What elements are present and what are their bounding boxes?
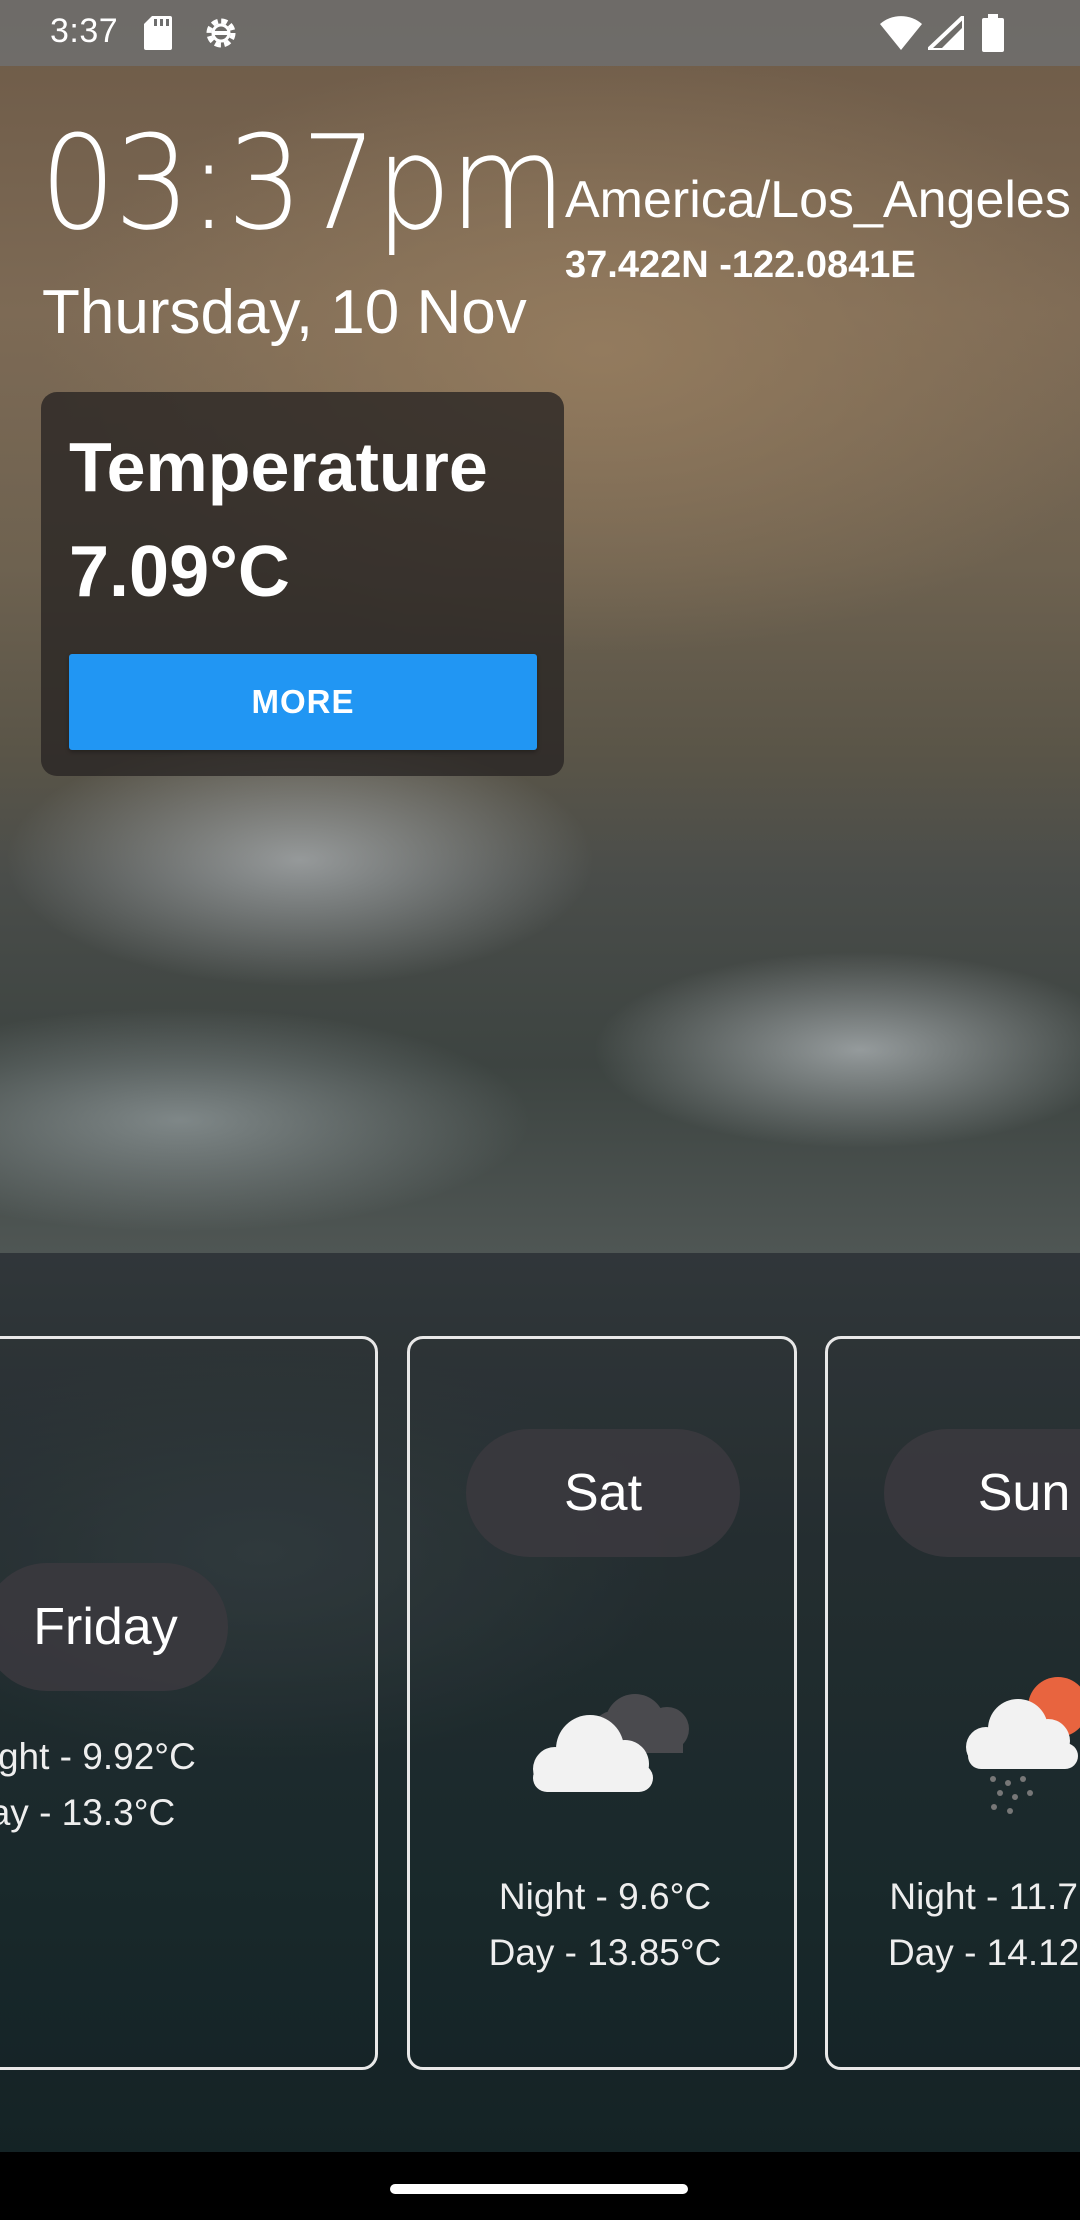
day-temp: Day - 13.3°C <box>0 1792 176 1833</box>
battery-icon <box>982 14 1004 52</box>
forecast-temps: Night - 9.92°C Day - 13.3°C <box>0 1729 196 1841</box>
weather-screen: 3:37 03:37pm Thursday, 10 Nov America/Lo… <box>0 0 1080 2220</box>
clock-date: Thursday, 10 Nov <box>42 278 527 347</box>
sd-card-icon <box>144 16 172 50</box>
day-pill: Friday <box>0 1563 228 1691</box>
status-time: 3:37 <box>50 12 119 50</box>
night-temp: Night - 9.92°C <box>0 1736 196 1777</box>
day-temp: Day - 13.85°C <box>488 1932 722 1973</box>
day-pill: Sat <box>466 1429 740 1557</box>
temperature-value: 7.09°C <box>69 532 290 612</box>
signal-icon <box>928 16 964 50</box>
day-pill: Sun <box>884 1429 1080 1557</box>
forecast-temps: Night - 11.7 Day - 14.12 <box>888 1869 1079 1981</box>
more-button[interactable]: MORE <box>69 654 537 750</box>
day-temp: Day - 14.12 <box>888 1932 1080 1973</box>
settings-icon <box>206 18 236 48</box>
forecast-temps: Night - 9.6°C Day - 13.85°C <box>410 1869 800 1981</box>
timezone-label: America/Los_Angeles <box>565 171 1071 229</box>
night-temp: Night - 9.6°C <box>498 1876 712 1917</box>
forecast-card-sat[interactable]: Sat Night - 9.6°C Day - 13.85°C <box>407 1336 797 2070</box>
forecast-card-sun[interactable]: Sun Night - 11.7 Day - 14.12 <box>825 1336 1080 2070</box>
wifi-icon <box>880 16 922 50</box>
home-indicator[interactable] <box>390 2184 688 2194</box>
temperature-card: Temperature 7.09°C MORE <box>41 392 564 776</box>
night-temp: Night - 11.7 <box>889 1876 1078 1917</box>
coordinates-label: 37.422N -122.0841E <box>565 244 916 286</box>
status-bar: 3:37 <box>0 0 1080 66</box>
cloudy-icon <box>533 1694 689 1792</box>
forecast-card-friday[interactable]: Friday Night - 9.92°C Day - 13.3°C <box>0 1336 378 2070</box>
temperature-title: Temperature <box>69 428 488 506</box>
clock-time: 03:37pm <box>40 107 566 259</box>
rain-sun-icon <box>966 1677 1080 1814</box>
